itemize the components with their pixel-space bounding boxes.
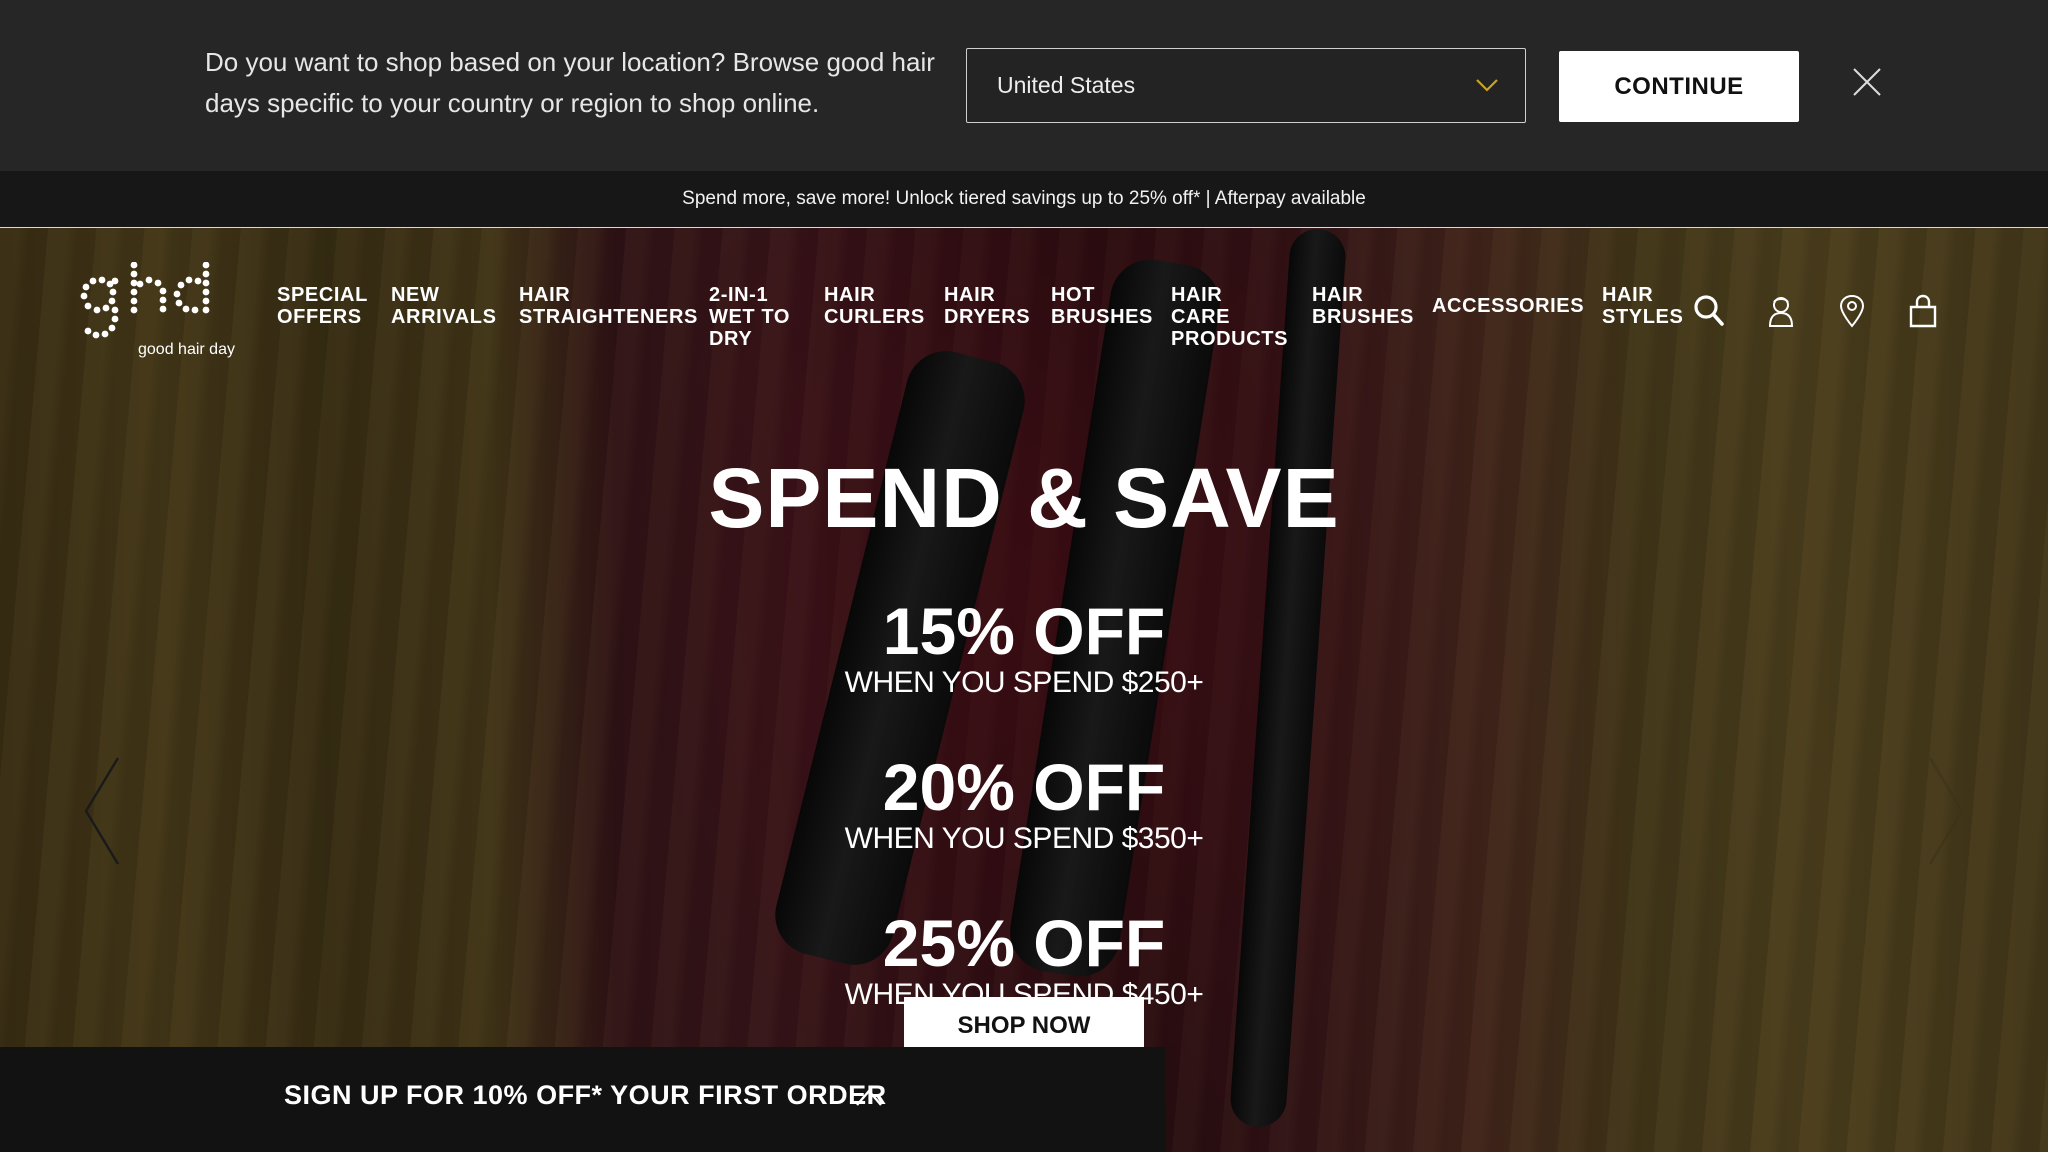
close-icon[interactable] — [1852, 67, 1882, 97]
promo-banner[interactable]: Spend more, save more! Unlock tiered sav… — [0, 171, 2048, 228]
signup-drawer[interactable]: SIGN UP FOR 10% OFF* YOUR FIRST ORDER — [0, 1047, 1165, 1152]
location-pin-icon[interactable] — [1836, 294, 1868, 328]
nav-hair-brushes[interactable]: HAIR BRUSHES — [1312, 284, 1414, 328]
location-banner: Do you want to shop based on your locati… — [0, 0, 2048, 171]
nav-hair-dryers[interactable]: HAIR DRYERS — [944, 284, 1030, 328]
nav-hair-straighteners[interactable]: HAIR STRAIGHTENERS — [519, 284, 698, 328]
nav-hair-curlers[interactable]: HAIR CURLERS — [824, 284, 925, 328]
discount-tier: 20% OFF WHEN YOU SPEND $350+ — [844, 750, 1204, 855]
continue-button[interactable]: CONTINUE — [1559, 51, 1799, 122]
country-select[interactable]: United States — [966, 48, 1526, 123]
account-icon[interactable] — [1765, 294, 1797, 328]
chevron-left-icon[interactable] — [82, 756, 122, 866]
nav-2-in-1-wet-to-dry[interactable]: 2-IN-1 WET TO DRY — [709, 284, 790, 350]
nav-new-arrivals[interactable]: NEW ARRIVALS — [391, 284, 497, 328]
svg-text:good hair day: good hair day — [138, 341, 235, 358]
nav-hot-brushes[interactable]: HOT BRUSHES — [1051, 284, 1153, 328]
nav-special-offers[interactable]: SPECIAL OFFERS — [277, 284, 368, 328]
location-message: Do you want to shop based on your locati… — [205, 47, 935, 118]
signup-label: SIGN UP FOR 10% OFF* YOUR FIRST ORDER — [284, 1080, 887, 1110]
nav-hair-styles[interactable]: HAIR STYLES — [1602, 284, 1683, 328]
nav-accessories[interactable]: ACCESSORIES — [1432, 295, 1584, 317]
hero-banner: good hair day SPECIAL OFFERS NEW ARRIVALS … — [0, 228, 2048, 1152]
shopping-bag-icon[interactable] — [1907, 294, 1939, 328]
search-icon[interactable] — [1693, 294, 1725, 328]
hero-title: SPEND & SAVE — [708, 451, 1340, 545]
nav-hair-care-products[interactable]: HAIR CARE PRODUCTS — [1171, 284, 1288, 350]
country-select-value: United States — [997, 72, 1136, 98]
chevron-up-icon[interactable] — [855, 1085, 883, 1109]
chevron-down-icon — [1476, 79, 1498, 92]
discount-tier: 15% OFF WHEN YOU SPEND $250+ — [844, 594, 1204, 699]
chevron-right-icon[interactable] — [1926, 756, 1966, 866]
ghd-logo[interactable]: good hair day — [78, 262, 246, 360]
